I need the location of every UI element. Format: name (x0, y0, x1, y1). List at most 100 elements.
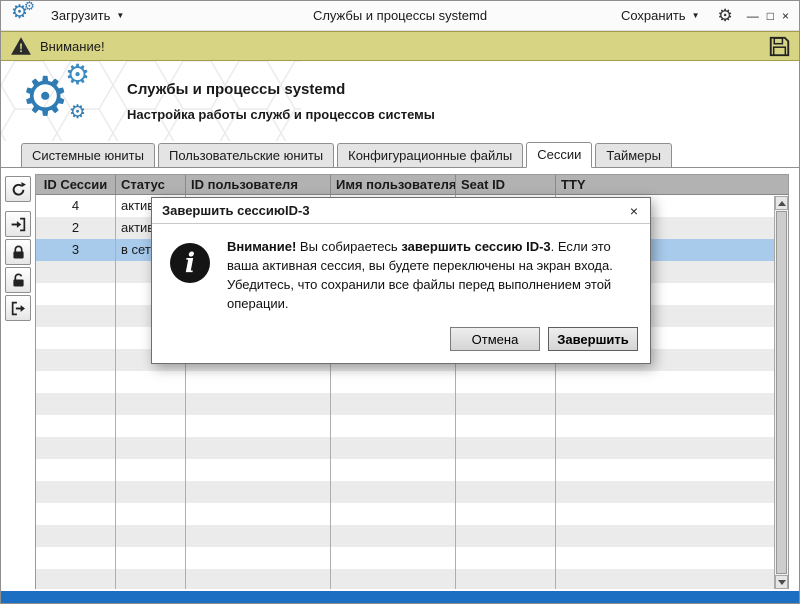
table-row[interactable] (36, 415, 788, 437)
table-row[interactable] (36, 481, 788, 503)
table-cell-user_id (186, 569, 331, 589)
table-cell-status (116, 371, 186, 393)
chevron-down-icon: ▼ (116, 11, 124, 20)
table-cell-session_id: 3 (36, 239, 116, 261)
column-header-user-name[interactable]: Имя пользователя (331, 175, 456, 194)
table-cell-user_id (186, 481, 331, 503)
table-cell-tty (556, 503, 788, 525)
titlebar-left: ⚙ ⚙ Загрузить ▼ (11, 5, 128, 27)
table-cell-session_id (36, 393, 116, 415)
progress-bar (1, 589, 799, 603)
table-cell-session_id (36, 415, 116, 437)
page-title: Службы и процессы systemd (127, 81, 435, 98)
table-cell-user_id (186, 415, 331, 437)
table-cell-seat_id (456, 371, 556, 393)
tab-user-units[interactable]: Пользовательские юниты (158, 143, 334, 167)
unlock-icon (10, 272, 27, 289)
minimize-button[interactable]: — (747, 10, 759, 22)
maximize-button[interactable]: □ (767, 10, 774, 22)
table-cell-session_id (36, 547, 116, 569)
table-cell-session_id (36, 327, 116, 349)
table-row[interactable] (36, 547, 788, 569)
table-row[interactable] (36, 371, 788, 393)
table-cell-tty (556, 415, 788, 437)
table-row[interactable] (36, 503, 788, 525)
column-header-seat-id[interactable]: Seat ID (456, 175, 556, 194)
table-cell-session_id (36, 437, 116, 459)
save-file-icon[interactable] (769, 36, 790, 57)
dialog-body: i Внимание! Вы собираетесь завершить сес… (152, 224, 650, 319)
table-row[interactable] (36, 525, 788, 547)
table-cell-tty (556, 525, 788, 547)
lock-session-button[interactable] (5, 239, 31, 265)
message-bold-action: завершить сессию ID-3 (401, 239, 550, 254)
scroll-up-button[interactable] (775, 196, 788, 210)
table-cell-status (116, 415, 186, 437)
column-header-session-id[interactable]: ID Сессии (36, 175, 116, 194)
tab-system-units[interactable]: Системные юниты (21, 143, 155, 167)
table-cell-tty (556, 459, 788, 481)
table-cell-user_id (186, 547, 331, 569)
column-header-status[interactable]: Статус (116, 175, 186, 194)
table-row[interactable] (36, 459, 788, 481)
arrow-up-icon (778, 201, 786, 206)
svg-text:!: ! (19, 41, 23, 55)
message-part1: Вы собираетесь (296, 239, 401, 254)
dialog-buttons: Отмена Завершить (152, 319, 650, 363)
table-cell-seat_id (456, 459, 556, 481)
titlebar-right: Сохранить ▼ ⚙ — □ × (617, 5, 789, 26)
table-cell-user_id (186, 459, 331, 481)
table-cell-session_id (36, 503, 116, 525)
settings-gear-icon[interactable]: ⚙ (717, 7, 732, 24)
table-row[interactable] (36, 569, 788, 589)
tab-sessions[interactable]: Сессии (526, 142, 592, 168)
load-dropdown-button[interactable]: Загрузить ▼ (47, 5, 128, 26)
column-header-tty[interactable]: TTY (556, 175, 788, 194)
save-dropdown-button[interactable]: Сохранить ▼ (617, 5, 704, 26)
table-cell-seat_id (456, 525, 556, 547)
header-logo-gears-icon: ⚙ ⚙ ⚙ (21, 69, 97, 133)
app-header: ⚙ ⚙ ⚙ Службы и процессы systemd Настройк… (1, 61, 799, 141)
table-cell-session_id (36, 261, 116, 283)
table-cell-status (116, 547, 186, 569)
tab-timers[interactable]: Таймеры (595, 143, 672, 167)
table-cell-seat_id (456, 547, 556, 569)
login-session-button[interactable] (5, 211, 31, 237)
table-row[interactable] (36, 437, 788, 459)
warning-triangle-icon: ! (10, 36, 32, 56)
dialog-title: Завершить сессию (162, 203, 285, 218)
column-header-user-id[interactable]: ID пользователя (186, 175, 331, 194)
table-cell-user_id (186, 525, 331, 547)
refresh-button[interactable] (5, 176, 31, 202)
table-cell-seat_id (456, 503, 556, 525)
table-cell-status (116, 459, 186, 481)
table-cell-status (116, 393, 186, 415)
table-cell-session_id: 2 (36, 217, 116, 239)
unlock-session-button[interactable] (5, 267, 31, 293)
tab-config-files[interactable]: Конфигурационные файлы (337, 143, 523, 167)
message-bold-intro: Внимание! (227, 239, 296, 254)
table-cell-user_id (186, 371, 331, 393)
table-cell-session_id (36, 371, 116, 393)
dialog-titlebar: Завершить сессию ID-3 × (152, 198, 650, 224)
info-icon: i (170, 243, 210, 283)
table-cell-status (116, 437, 186, 459)
dialog-close-icon[interactable]: × (628, 203, 640, 219)
scroll-down-button[interactable] (775, 575, 788, 589)
table-row[interactable] (36, 393, 788, 415)
table-cell-user_name (331, 393, 456, 415)
warning-label: Внимание! (40, 39, 105, 54)
terminate-session-button[interactable] (5, 295, 31, 321)
table-cell-seat_id (456, 415, 556, 437)
table-cell-tty (556, 569, 788, 589)
close-button[interactable]: × (782, 10, 789, 22)
page-subtitle: Настройка работы служб и процессов систе… (127, 107, 435, 122)
table-cell-status (116, 503, 186, 525)
scrollbar-thumb[interactable] (776, 211, 787, 574)
vertical-scrollbar[interactable] (774, 196, 788, 589)
table-cell-tty (556, 547, 788, 569)
table-cell-tty (556, 371, 788, 393)
confirm-terminate-button[interactable]: Завершить (548, 327, 638, 351)
table-cell-session_id (36, 569, 116, 589)
cancel-button[interactable]: Отмена (450, 327, 540, 351)
